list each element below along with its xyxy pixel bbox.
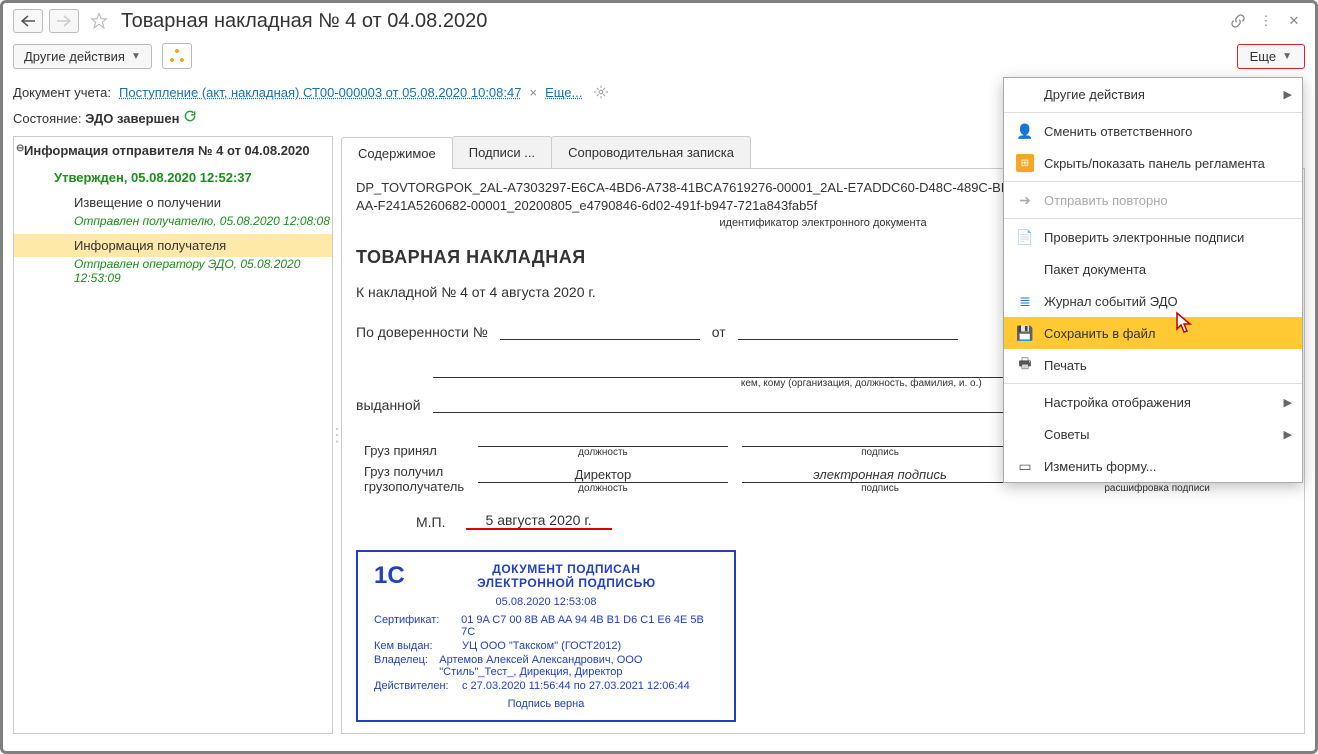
stamp-valid: с 27.03.2020 11:56:44 по 27.03.2021 12:0… bbox=[462, 680, 690, 692]
tab-signatures[interactable]: Подписи ... bbox=[452, 136, 552, 168]
stamp-cert: 01 9A C7 00 8B AB AA 94 4B B1 D6 C1 E6 4… bbox=[461, 614, 718, 638]
received-position: Директор bbox=[478, 467, 728, 483]
doc-reference-label: Документ учета: bbox=[13, 85, 111, 100]
chevron-right-icon: ▶ bbox=[1284, 396, 1292, 409]
other-actions-label: Другие действия bbox=[24, 49, 125, 64]
titlebar: Товарная накладная № 4 от 04.08.2020 ⋮ ✕ bbox=[3, 3, 1315, 39]
tab-cover-note[interactable]: Сопроводительная записка bbox=[551, 136, 751, 168]
stamp-logo: 1C bbox=[374, 562, 405, 590]
journal-icon: ≣ bbox=[1016, 292, 1034, 310]
cargo-received-label: Груз получил грузополучатель bbox=[358, 462, 470, 496]
from-label: от bbox=[712, 324, 726, 340]
tree-root[interactable]: ⊖ Информация отправителя № 4 от 04.08.20… bbox=[14, 137, 332, 164]
refresh-icon[interactable] bbox=[183, 111, 197, 126]
close-icon[interactable]: ✕ bbox=[1283, 10, 1305, 32]
arrow-right-icon: ➔ bbox=[1016, 191, 1034, 209]
other-actions-button[interactable]: Другие действия ▼ bbox=[13, 44, 152, 69]
doc-reference-link[interactable]: Поступление (акт, накладная) СТ00-000003… bbox=[119, 85, 521, 100]
menu-tips[interactable]: Советы ▶ bbox=[1004, 418, 1302, 450]
favorite-star-icon[interactable] bbox=[89, 11, 109, 31]
stamp-issued: УЦ ООО "Такском" (ГОСТ2012) bbox=[462, 640, 621, 652]
menu-package[interactable]: Пакет документа bbox=[1004, 253, 1302, 285]
window-title: Товарная накладная № 4 от 04.08.2020 bbox=[121, 10, 1221, 33]
clear-reference-icon[interactable]: × bbox=[529, 85, 537, 100]
tab-content[interactable]: Содержимое bbox=[341, 137, 453, 169]
nav-forward-button[interactable] bbox=[49, 9, 79, 33]
sign-date: 5 августа 2020 г. bbox=[466, 512, 612, 530]
doc-reference-more-link[interactable]: Еще... bbox=[545, 85, 582, 100]
proxy-date-field bbox=[738, 322, 958, 340]
received-signature: электронная подпись bbox=[742, 467, 1018, 483]
chevron-right-icon: ▶ bbox=[1284, 88, 1292, 101]
accept-position bbox=[478, 431, 728, 447]
nav-back-button[interactable] bbox=[13, 9, 43, 33]
toolbar: Другие действия ▼ Еще ▼ bbox=[3, 39, 1315, 79]
menu-verify-signatures[interactable]: 📄 Проверить электронные подписи bbox=[1004, 221, 1302, 253]
form-icon: ▭ bbox=[1016, 457, 1034, 475]
menu-resend: ➔ Отправить повторно bbox=[1004, 184, 1302, 216]
menu-print[interactable]: 🖶 Печать bbox=[1004, 349, 1302, 381]
menu-save-to-file[interactable]: 💾 Сохранить в файл bbox=[1004, 317, 1302, 349]
tree-approved[interactable]: Утвержден, 05.08.2020 12:52:37 bbox=[14, 164, 332, 191]
tree-panel: ⊖ Информация отправителя № 4 от 04.08.20… bbox=[13, 136, 333, 734]
signature-stamp: 1C ДОКУМЕНТ ПОДПИСАН ЭЛЕКТРОННОЙ ПОДПИСЬ… bbox=[356, 550, 736, 722]
app-window: Товарная накладная № 4 от 04.08.2020 ⋮ ✕… bbox=[0, 0, 1318, 754]
hierarchy-toggle-button[interactable] bbox=[162, 43, 192, 69]
hierarchy-icon bbox=[169, 48, 185, 64]
print-icon: 🖶 bbox=[1016, 356, 1034, 374]
save-icon: 💾 bbox=[1016, 324, 1034, 342]
more-label: Еще bbox=[1250, 49, 1276, 64]
state-value: ЭДО завершен bbox=[85, 111, 179, 126]
stamp-date: 05.08.2020 12:53:08 bbox=[374, 596, 718, 608]
stamp-owner: Артемов Алексей Александрович, ООО "Стил… bbox=[439, 654, 718, 678]
blank-icon bbox=[1016, 393, 1034, 411]
hierarchy-icon: ⊞ bbox=[1016, 154, 1034, 172]
user-swap-icon: 👤 bbox=[1016, 122, 1034, 140]
caret-down-icon: ▼ bbox=[1282, 51, 1292, 62]
kebab-menu-icon[interactable]: ⋮ bbox=[1255, 10, 1277, 32]
blank-icon bbox=[1016, 85, 1034, 103]
more-dropdown: Другие действия ▶ 👤 Сменить ответственно… bbox=[1003, 77, 1303, 483]
splitter[interactable]: ⋮ bbox=[333, 136, 341, 734]
menu-display-settings[interactable]: Настройка отображения ▶ bbox=[1004, 386, 1302, 418]
stamp-title: ДОКУМЕНТ ПОДПИСАН ЭЛЕКТРОННОЙ ПОДПИСЬЮ bbox=[415, 562, 718, 590]
tree-item-recipient-info[interactable]: Информация получателя bbox=[14, 234, 332, 257]
cargo-accept-label: Груз принял bbox=[358, 429, 470, 460]
menu-other-actions[interactable]: Другие действия ▶ bbox=[1004, 78, 1302, 110]
menu-change-owner[interactable]: 👤 Сменить ответственного bbox=[1004, 115, 1302, 147]
proxy-number-field bbox=[500, 322, 700, 340]
issued-label: выданной bbox=[356, 397, 421, 413]
state-label: Состояние: bbox=[13, 111, 81, 126]
menu-change-form[interactable]: ▭ Изменить форму... bbox=[1004, 450, 1302, 482]
gear-icon[interactable] bbox=[590, 81, 612, 103]
tree-status-1: Отправлен получателю, 05.08.2020 12:08:0… bbox=[14, 214, 332, 234]
tree-root-label: Информация отправителя № 4 от 04.08.2020 bbox=[24, 143, 310, 158]
blank-icon bbox=[1016, 425, 1034, 443]
menu-journal[interactable]: ≣ Журнал событий ЭДО bbox=[1004, 285, 1302, 317]
link-icon[interactable] bbox=[1227, 10, 1249, 32]
tree-item-notification[interactable]: Извещение о получении bbox=[14, 191, 332, 214]
chevron-right-icon: ▶ bbox=[1284, 428, 1292, 441]
blank-icon bbox=[1016, 260, 1034, 278]
more-button[interactable]: Еще ▼ bbox=[1237, 44, 1305, 69]
stamp-footer: Подпись верна bbox=[374, 698, 718, 710]
menu-toggle-panel[interactable]: ⊞ Скрыть/показать панель регламента bbox=[1004, 147, 1302, 179]
accept-signature bbox=[742, 431, 1018, 447]
document-check-icon: 📄 bbox=[1016, 228, 1034, 246]
collapse-icon[interactable]: ⊖ bbox=[16, 143, 24, 154]
mp-row: М.П. 5 августа 2020 г. bbox=[356, 512, 1290, 530]
caret-down-icon: ▼ bbox=[131, 51, 141, 62]
tree-status-2: Отправлен оператору ЭДО, 05.08.2020 12:5… bbox=[14, 257, 332, 291]
mp-label: М.П. bbox=[416, 514, 446, 530]
proxy-label: По доверенности № bbox=[356, 324, 488, 340]
